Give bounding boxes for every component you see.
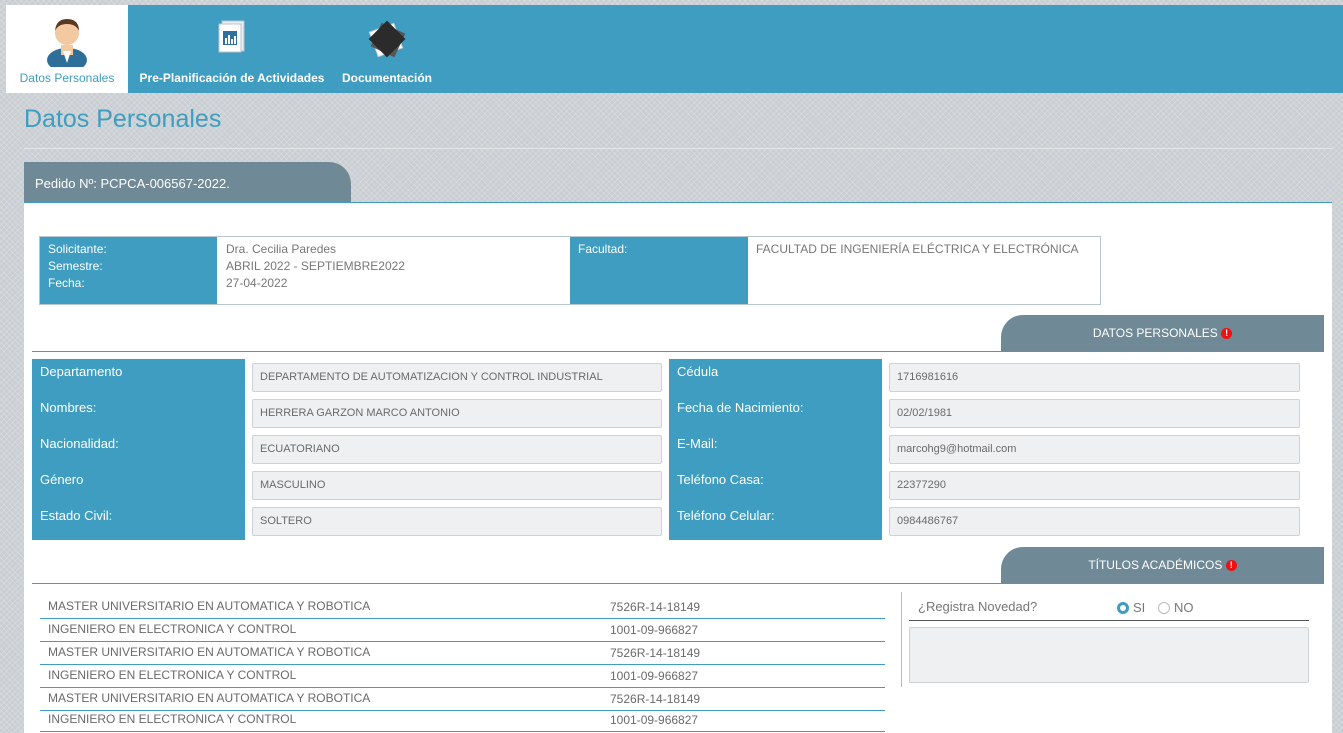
telefono-celular-field[interactable]: 0984486767 (889, 507, 1300, 536)
novedad-si-radio[interactable]: SI (1117, 600, 1145, 615)
top-nav-bar: Datos Personales Pre-Planificación de Ac… (6, 5, 1343, 93)
facultad-value-column: FACULTAD DE INGENIERÍA ELÉCTRICA Y ELECT… (748, 237, 1100, 262)
fecha-nacimiento-label: Fecha de Nacimiento: (677, 400, 804, 415)
report-document-icon (217, 19, 247, 56)
user-avatar-icon (43, 11, 91, 72)
genero-label: Género (40, 472, 84, 487)
info-alert-icon[interactable]: ! (1221, 328, 1233, 340)
titulo-name: INGENIERO EN ELECTRONICA Y CONTROL (48, 668, 297, 682)
telefono-casa-label: Teléfono Casa: (677, 472, 764, 487)
titulo-code: 7526R-14-18149 (610, 600, 701, 614)
semestre-value: ABRIL 2022 - SEPTIEMBRE2022 (226, 259, 405, 273)
summary-label-column: Solicitante: Semestre: Fecha: (40, 237, 217, 304)
departamento-field[interactable]: DEPARTAMENTO DE AUTOMATIZACION Y CONTROL… (252, 363, 662, 392)
solicitante-value: Dra. Cecilia Paredes (226, 242, 337, 256)
radio-label: SI (1133, 600, 1146, 615)
datos-personales-tab: DATOS PERSONALES ! (1001, 315, 1324, 351)
titulos-academicos-tab: TÍTULOS ACADÉMICOS ! (1001, 547, 1324, 583)
titulo-code: 7526R-14-18149 (610, 692, 701, 706)
table-row: MASTER UNIVERSITARIO EN AUTOMATICA Y ROB… (40, 688, 885, 711)
nav-label: Documentación (341, 71, 432, 85)
titulo-name: MASTER UNIVERSITARIO EN AUTOMATICA Y ROB… (48, 599, 371, 613)
nombres-label: Nombres: (40, 400, 97, 415)
titulo-name: MASTER UNIVERSITARIO EN AUTOMATICA Y ROB… (48, 645, 371, 659)
radio-label: NO (1174, 600, 1194, 615)
nav-label: Pre-Planificación de Actividades (139, 71, 325, 85)
nav-label: Datos Personales (19, 71, 115, 85)
novedad-divider (901, 592, 902, 687)
facultad-value: FACULTAD DE INGENIERÍA ELÉCTRICA Y ELECT… (756, 242, 1079, 256)
nav-documentacion[interactable]: Documentación (337, 5, 437, 93)
titulo-code: 7526R-14-18149 (610, 646, 701, 660)
titulo-name: INGENIERO EN ELECTRONICA Y CONTROL (48, 622, 297, 636)
request-summary: Solicitante: Semestre: Fecha: Dra. Cecil… (39, 236, 1101, 305)
novedad-textarea[interactable] (909, 627, 1309, 683)
email-field[interactable]: marcohg9@hotmail.com (889, 435, 1300, 464)
datos-personales-tab-label: DATOS PERSONALES (1092, 326, 1218, 340)
documents-stack-icon (365, 19, 409, 62)
page-title: Datos Personales (24, 105, 222, 133)
radio-selected-icon (1117, 602, 1129, 614)
table-row: MASTER UNIVERSITARIO EN AUTOMATICA Y ROB… (40, 642, 885, 665)
fecha-nacimiento-field[interactable]: 02/02/1981 (889, 399, 1300, 428)
table-row: INGENIERO EN ELECTRONICA Y CONTROL 1001-… (40, 709, 885, 732)
titulo-name: MASTER UNIVERSITARIO EN AUTOMATICA Y ROB… (48, 691, 371, 705)
estado-civil-label: Estado Civil: (40, 508, 113, 523)
estado-civil-field[interactable]: SOLTERO (252, 507, 662, 536)
telefono-celular-label: Teléfono Celular: (677, 508, 775, 523)
solicitante-label: Solicitante: (48, 242, 107, 256)
email-label: E-Mail: (677, 436, 718, 451)
info-alert-icon[interactable]: ! (1225, 560, 1237, 572)
nacionalidad-field[interactable]: ECUATORIANO (252, 435, 662, 464)
table-row: MASTER UNIVERSITARIO EN AUTOMATICA Y ROB… (40, 596, 885, 619)
titulos-academicos-tab-label: TÍTULOS ACADÉMICOS (1088, 558, 1223, 572)
telefono-casa-field[interactable]: 22377290 (889, 471, 1300, 500)
nombres-field[interactable]: HERRERA GARZON MARCO ANTONIO (252, 399, 662, 428)
titulo-name: INGENIERO EN ELECTRONICA Y CONTROL (48, 712, 297, 726)
section-divider (32, 583, 1324, 584)
cedula-label: Cédula (677, 364, 719, 379)
novedad-underline (909, 620, 1309, 621)
facultad-label: Facultad: (578, 242, 628, 256)
pedido-tab: Pedido Nº: PCPCA-006567-2022. (24, 162, 351, 204)
fecha-value: 27-04-2022 (226, 276, 288, 290)
nacionalidad-label: Nacionalidad: (40, 436, 119, 451)
departamento-label: Departamento (40, 364, 123, 379)
novedad-question: ¿Registra Novedad? (918, 599, 1038, 614)
nav-datos-personales[interactable]: Datos Personales (6, 5, 128, 93)
titulo-code: 1001-09-966827 (610, 713, 699, 727)
summary-value-column: Dra. Cecilia Paredes ABRIL 2022 - SEPTIE… (218, 237, 568, 296)
radio-unselected-icon (1158, 602, 1170, 614)
section-divider (32, 351, 1324, 352)
nav-pre-planificacion[interactable]: Pre-Planificación de Actividades (134, 5, 330, 93)
titulo-code: 1001-09-966827 (610, 669, 699, 683)
cedula-field[interactable]: 1716981616 (889, 363, 1300, 392)
title-divider (24, 148, 1332, 149)
table-row: INGENIERO EN ELECTRONICA Y CONTROL 1001-… (40, 665, 885, 688)
titulo-code: 1001-09-966827 (610, 623, 699, 637)
genero-field[interactable]: MASCULINO (252, 471, 662, 500)
semestre-label: Semestre: (48, 259, 103, 273)
fecha-label: Fecha: (48, 276, 85, 290)
facultad-label-column: Facultad: (570, 237, 748, 304)
novedad-no-radio[interactable]: NO (1158, 600, 1194, 615)
table-row: INGENIERO EN ELECTRONICA Y CONTROL 1001-… (40, 619, 885, 642)
